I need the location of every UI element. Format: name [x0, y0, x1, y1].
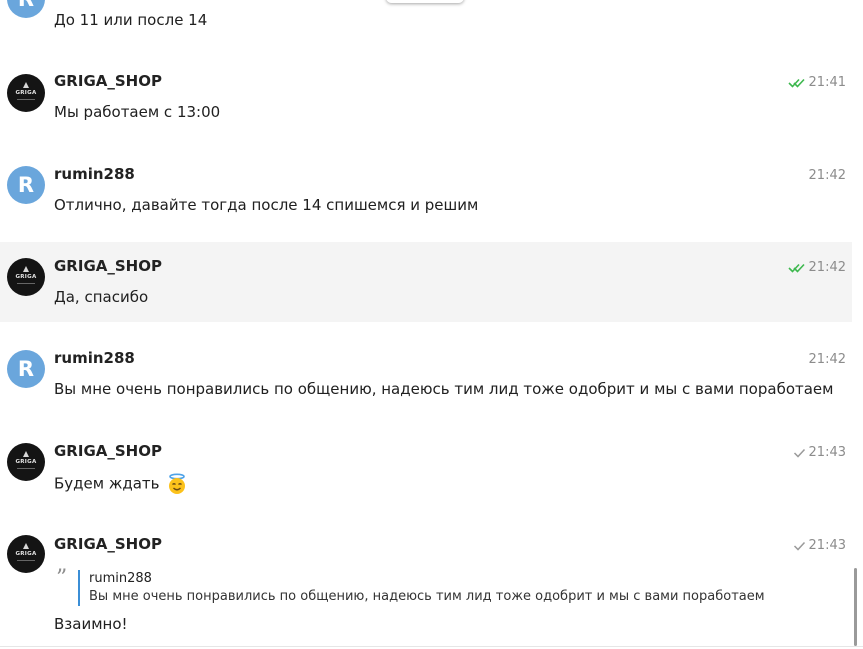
avatar[interactable]: GRIGA [7, 443, 45, 481]
logo-text: GRIGA [15, 274, 37, 280]
message-time-text: 21:41 [808, 75, 846, 90]
message-text: Да, спасибо [54, 288, 149, 306]
sender-name[interactable]: GRIGA_SHOP [54, 442, 162, 460]
message-time: 21:42 [809, 168, 846, 183]
sender-name[interactable]: rumin288 [54, 349, 135, 367]
double-check-icon [787, 263, 805, 273]
message-text: Отлично, давайте тогда после 14 спишемся… [54, 196, 479, 214]
message-item[interactable]: GRIGA GRIGA_SHOP 21:43 Будем ждать [0, 426, 852, 518]
logo-text: GRIGA [15, 459, 37, 465]
smiling-face-with-halo-icon [169, 473, 186, 494]
check-icon [793, 448, 805, 458]
scrollbar-thumb[interactable] [854, 568, 857, 646]
logo-triangle-icon [23, 82, 29, 88]
message-time-text: 21:42 [808, 260, 846, 275]
chat-history[interactable]: R До 11 или после 14 GRIGA GRIGA_SHOP 21… [0, 0, 863, 649]
avatar[interactable]: R [7, 0, 45, 18]
logo-underline [17, 468, 35, 469]
logo-underline [17, 99, 35, 100]
message-text-content: Будем ждать [54, 474, 160, 493]
sender-name[interactable]: GRIGA_SHOP [54, 535, 162, 553]
avatar[interactable]: GRIGA [7, 535, 45, 573]
message-text: Мы работаем с 13:00 [54, 103, 221, 121]
message-time-text: 21:42 [808, 352, 846, 367]
message-time: 21:43 [793, 445, 846, 460]
avatar[interactable]: R [7, 166, 45, 204]
check-icon [793, 541, 805, 551]
logo-text: GRIGA [15, 90, 37, 96]
divider [0, 646, 863, 647]
avatar[interactable]: GRIGA [7, 258, 45, 296]
message-text: Будем ждать [54, 473, 188, 495]
double-check-icon [787, 78, 805, 88]
message-item[interactable]: R rumin288 21:42 Вы мне очень понравилис… [0, 334, 852, 426]
message-time: 21:42 [787, 260, 846, 275]
message-time-text: 21:43 [808, 445, 846, 460]
avatar[interactable]: R [7, 350, 45, 388]
message-item[interactable]: R rumin288 21:42 Отлично, давайте тогда … [0, 150, 852, 242]
sender-name[interactable]: GRIGA_SHOP [54, 72, 162, 90]
message-time-text: 21:42 [808, 168, 846, 183]
avatar[interactable]: GRIGA [7, 74, 45, 112]
message-item[interactable]: GRIGA GRIGA_SHOP 21:42 Да, спасибо [0, 242, 852, 322]
logo-triangle-icon [23, 266, 29, 272]
message-time-text: 21:43 [808, 538, 846, 553]
message-item[interactable]: GRIGA GRIGA_SHOP 21:41 Мы работаем с 13:… [0, 58, 852, 150]
quote-icon: ” [56, 566, 68, 591]
message-time: 21:41 [787, 75, 846, 90]
message-text: Вы мне очень понравились по общению, над… [54, 380, 834, 398]
reply-quote[interactable]: rumin288 Вы мне очень понравились по общ… [78, 570, 765, 606]
sender-name[interactable]: GRIGA_SHOP [54, 257, 162, 275]
message-time: 21:43 [793, 538, 846, 553]
message-item[interactable]: GRIGA GRIGA_SHOP 21:43 ” rumin288 Вы мне… [0, 518, 852, 646]
reply-text: Вы мне очень понравились по общению, над… [89, 589, 765, 604]
logo-text: GRIGA [15, 551, 37, 557]
message-text: До 11 или после 14 [54, 11, 208, 29]
logo-underline [17, 283, 35, 284]
logo-underline [17, 560, 35, 561]
logo-triangle-icon [23, 543, 29, 549]
logo-triangle-icon [23, 451, 29, 457]
sender-name[interactable]: rumin288 [54, 165, 135, 183]
message-time: 21:42 [809, 352, 846, 367]
message-text: Взаимно! [54, 615, 128, 633]
message-item[interactable]: R До 11 или после 14 [0, 0, 852, 40]
reply-author: rumin288 [89, 571, 152, 586]
